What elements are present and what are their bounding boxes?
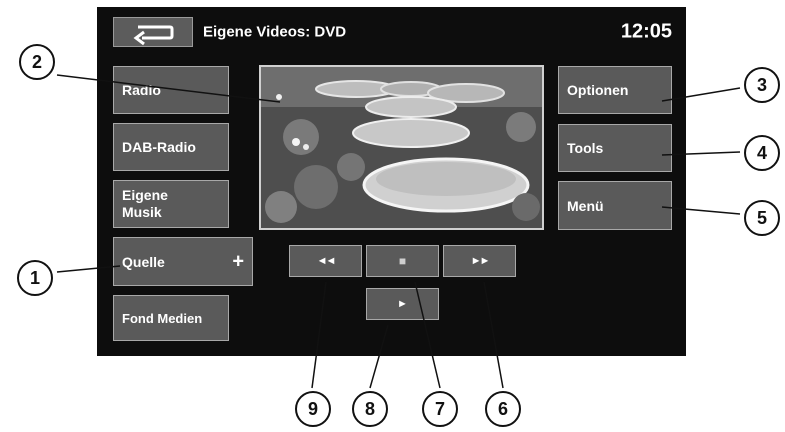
callout-lines: [56, 74, 741, 389]
callout-3: 3: [744, 67, 780, 103]
callout-1: 1: [17, 260, 53, 296]
callout-4: 4: [744, 135, 780, 171]
callout-2: 2: [19, 44, 55, 80]
callout-6: 6: [485, 391, 521, 427]
callout-9: 9: [295, 391, 331, 427]
callout-5: 5: [744, 200, 780, 236]
callout-7: 7: [422, 391, 458, 427]
callout-8: 8: [352, 391, 388, 427]
